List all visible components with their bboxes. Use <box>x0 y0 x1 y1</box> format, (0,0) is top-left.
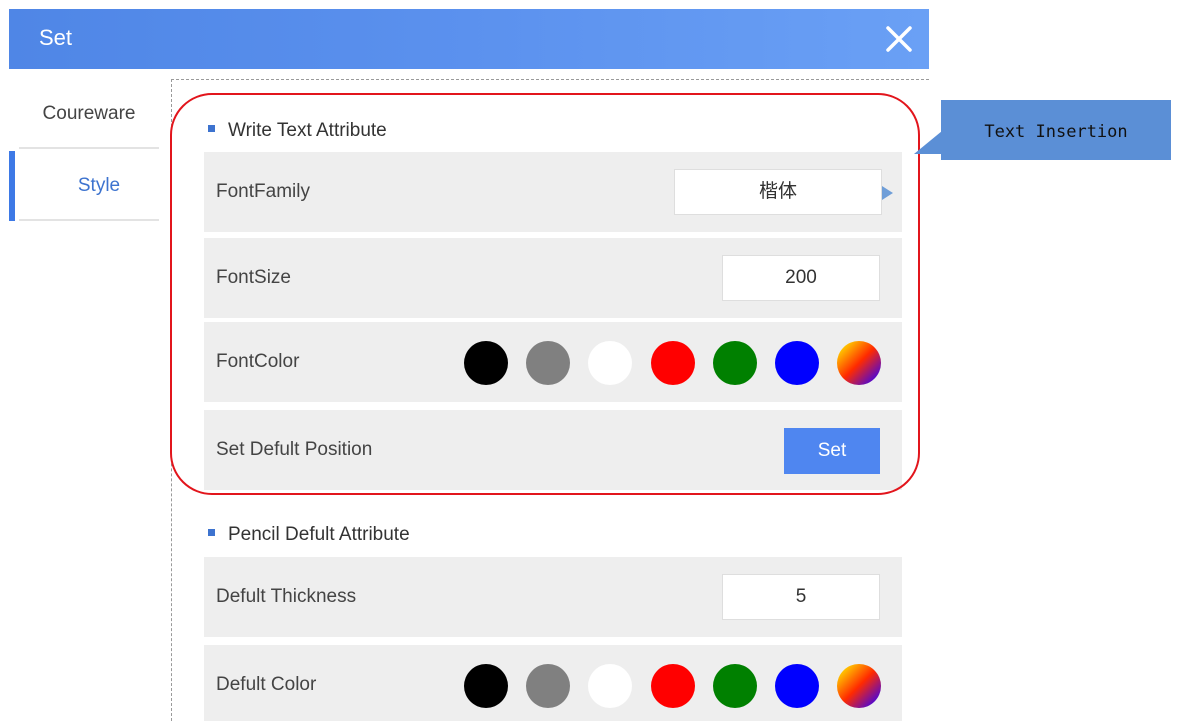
swatch-white[interactable] <box>588 664 632 708</box>
thickness-input[interactable]: 5 <box>722 574 880 620</box>
sidebar-item-label: Style <box>77 175 121 196</box>
close-icon[interactable] <box>883 23 915 55</box>
annotation-highlight <box>170 93 920 495</box>
callout-text: Text Insertion <box>984 122 1128 142</box>
default-color-label: Defult Color <box>216 674 317 695</box>
swatch-black[interactable] <box>464 664 508 708</box>
sidebar-item-style[interactable]: Style <box>9 151 159 221</box>
swatch-gray[interactable] <box>526 664 570 708</box>
annotation-callout: Text Insertion <box>941 100 1171 160</box>
bullet-icon <box>208 529 215 537</box>
dialog-title: Set <box>39 25 73 50</box>
default-thickness-label: Defult Thickness <box>216 586 357 607</box>
sidebar-item-courseware[interactable]: Coureware <box>19 79 159 149</box>
swatch-red[interactable] <box>651 664 695 708</box>
active-indicator <box>9 151 15 221</box>
row-default-thickness: Defult Thickness 5 <box>204 557 902 637</box>
swatch-green[interactable] <box>713 664 757 708</box>
swatch-custom-gradient[interactable] <box>837 664 881 708</box>
sidebar: Coureware Style <box>9 69 169 721</box>
section-pencil: Pencil Defult Attribute <box>208 524 410 546</box>
title-bar: Set <box>9 9 929 69</box>
callout-pointer-icon <box>914 131 942 154</box>
row-default-color: Defult Color <box>204 645 902 721</box>
sidebar-item-label: Coureware <box>42 103 136 124</box>
section-title-pencil: Pencil Defult Attribute <box>228 524 410 545</box>
swatch-blue[interactable] <box>775 664 819 708</box>
